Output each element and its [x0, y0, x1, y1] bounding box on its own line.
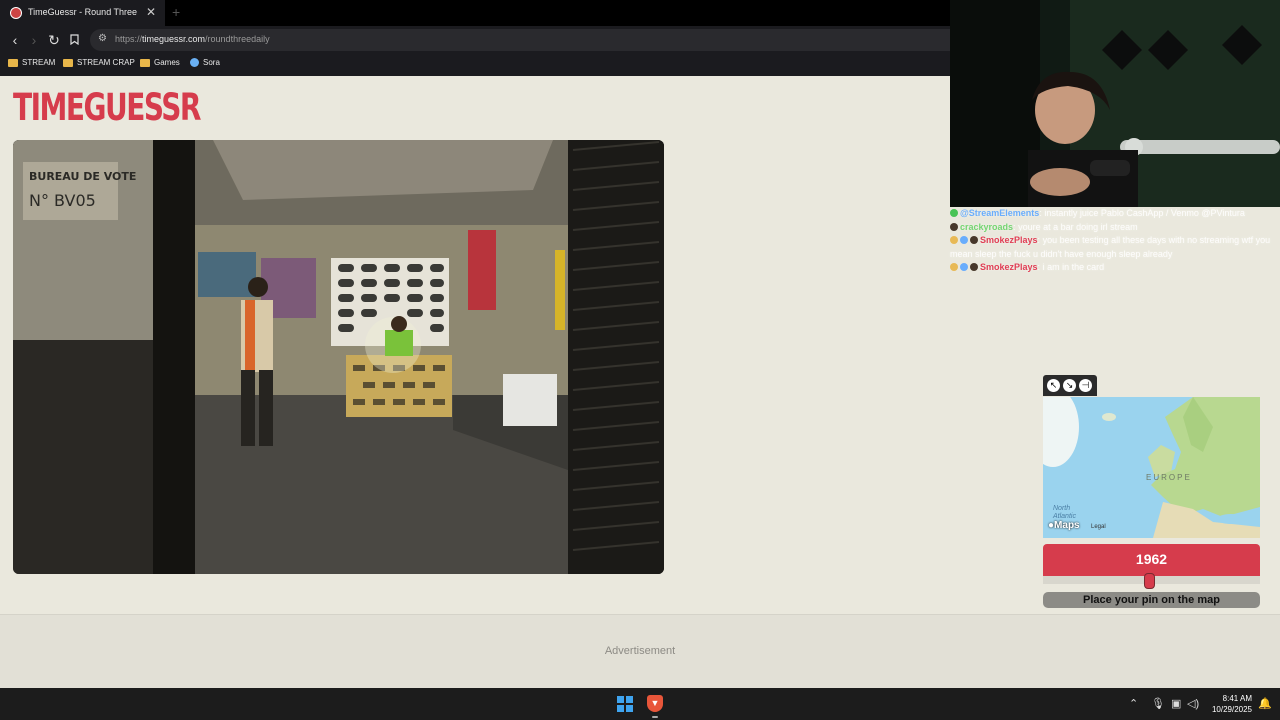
site-settings-icon[interactable]: ⚙: [98, 33, 107, 44]
map-region-label: EUROPE: [1146, 473, 1192, 482]
close-tab-icon[interactable]: ✕: [146, 5, 156, 19]
folder-icon: [63, 58, 73, 67]
round-photo: BUREAU DE VOTE N° BV05: [13, 140, 664, 574]
bookmark-stream[interactable]: STREAM: [8, 58, 55, 67]
year-display: 1962: [1043, 544, 1260, 576]
map-ocean-label: North Atlantic: [1053, 505, 1076, 520]
expand-icon[interactable]: ↖: [1047, 379, 1060, 392]
active-app-indicator: [652, 716, 658, 718]
chat-message: crackyroads: youre at a bar doing irl st…: [950, 221, 1280, 235]
place-pin-button[interactable]: Place your pin on the map: [1043, 592, 1260, 608]
check-badge-icon: [950, 209, 958, 217]
network-icon[interactable]: ▣: [1171, 697, 1181, 711]
reload-icon[interactable]: ↻: [46, 31, 62, 49]
map-legal-link[interactable]: Legal: [1091, 524, 1106, 530]
polling-station-photo: BUREAU DE VOTE N° BV05: [13, 140, 664, 574]
forward-icon[interactable]: ›: [26, 31, 42, 49]
tab-title: TimeGuessr - Round Three: [28, 7, 138, 17]
avatar-badge-icon: [970, 263, 978, 271]
windows-start-icon[interactable]: [617, 696, 633, 712]
taskbar: ▼ ⌃ 🎙 ▣ ◁) 8:41 AM 10/29/2025 🔔: [0, 688, 1280, 720]
year-slider-thumb[interactable]: [1143, 573, 1155, 589]
bookmark-sora[interactable]: Sora: [190, 58, 220, 67]
clock-date[interactable]: 10/29/2025: [1204, 705, 1252, 714]
browser-tab[interactable]: TimeGuessr - Round Three ✕: [0, 0, 165, 26]
gift-badge-icon: [960, 263, 968, 271]
photo-sign-line2: N° BV05: [29, 191, 96, 210]
notification-bell-icon[interactable]: 🔔: [1258, 697, 1272, 711]
bookmark-stream-crap[interactable]: STREAM CRAP: [63, 58, 135, 67]
page-content: TIMEGUESSR BUREAU DE VOTE N° BV05: [0, 76, 950, 614]
address-bar[interactable]: ⚙ https://timeguessr.com/roundthreedaily: [90, 29, 950, 51]
chat-message: SmokezPlays: you been testing all these …: [950, 235, 1271, 259]
folder-icon: [8, 58, 18, 67]
avatar-badge-icon: [950, 222, 958, 231]
sora-icon: [190, 58, 199, 67]
chevron-up-icon[interactable]: ⌃: [1129, 697, 1138, 711]
apple-maps-logo: ●Maps: [1048, 520, 1080, 531]
tab-bar: TimeGuessr - Round Three ✕ +: [0, 0, 950, 26]
avatar-badge-icon: [970, 236, 978, 244]
folder-icon: [140, 58, 150, 67]
clock-time[interactable]: 8:41 AM: [1208, 694, 1252, 703]
bookmark-icon[interactable]: [66, 31, 82, 49]
map-toolbar: ↖ ↘ ⊣: [1043, 375, 1097, 396]
brave-browser-icon[interactable]: ▼: [647, 695, 663, 712]
bookmarks-bar: STREAM STREAM CRAP Games Sora: [0, 54, 950, 76]
timeguessr-logo[interactable]: TIMEGUESSR: [13, 85, 202, 130]
chat-message: SmokezPlays: i am in the card: [950, 261, 1280, 275]
url-text: https://timeguessr.com/roundthreedaily: [115, 34, 270, 44]
timeguessr-favicon-icon: [10, 7, 22, 19]
sub-badge-icon: [950, 236, 958, 244]
webcam-overlay: [950, 0, 1280, 207]
browser-toolbar: ‹ › ↻ ⚙ https://timeguessr.com/roundthre…: [0, 26, 950, 54]
pin-icon[interactable]: ⊣: [1079, 379, 1092, 392]
microphone-icon[interactable]: 🎙: [1151, 697, 1165, 711]
bookmark-games[interactable]: Games: [140, 58, 180, 67]
shrink-icon[interactable]: ↘: [1063, 379, 1076, 392]
new-tab-icon[interactable]: +: [172, 4, 180, 20]
streamer-webcam-image: [950, 0, 1280, 207]
year-value: 1962: [1135, 551, 1168, 567]
volume-icon[interactable]: ◁): [1187, 697, 1199, 711]
gift-badge-icon: [960, 236, 968, 244]
stream-chat: @StreamElements: instantly juice Pablo C…: [950, 207, 1280, 275]
sub-badge-icon: [950, 263, 958, 271]
advertisement-label: Advertisement: [604, 645, 676, 657]
photo-sign-line1: BUREAU DE VOTE: [29, 170, 136, 183]
advertisement-area: Advertisement: [0, 614, 1280, 689]
chat-message: @StreamElements: instantly juice Pablo C…: [950, 207, 1280, 221]
back-icon[interactable]: ‹: [7, 31, 23, 49]
